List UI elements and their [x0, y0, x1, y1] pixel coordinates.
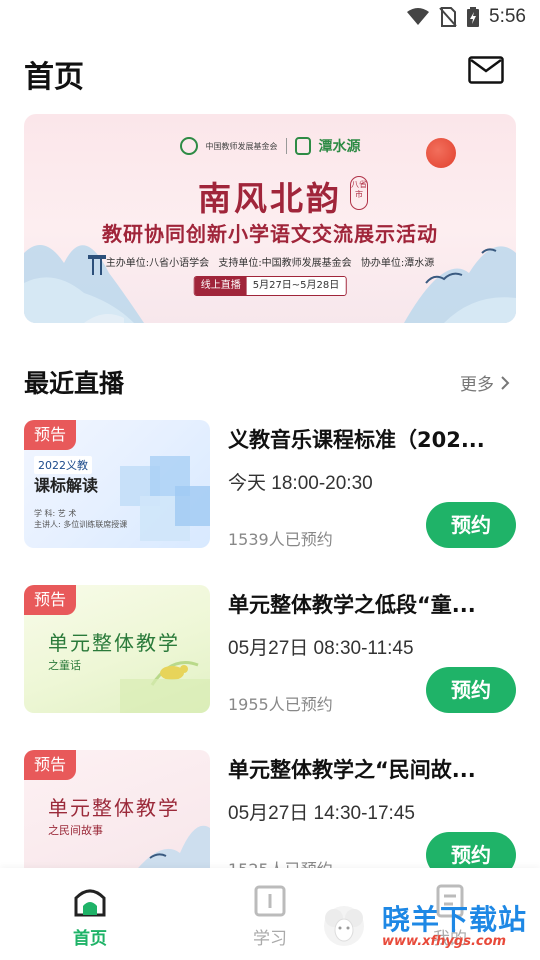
thumbnail-meta: 学 科: 艺 术 主讲人: 多位训练联席授课	[34, 508, 127, 530]
live-time: 05月27日 14:30-17:45	[228, 803, 415, 824]
live-title: 单元整体教学之“民间故...	[228, 758, 476, 782]
live-title: 义教音乐课程标准（202...	[228, 428, 485, 452]
status-badge: 预告	[24, 750, 76, 780]
book-icon	[254, 885, 286, 917]
sponsor-name: 中国教师发展基金会	[205, 141, 278, 151]
reservation-count: 1955人已预约	[228, 695, 333, 714]
mail-icon[interactable]	[468, 56, 504, 84]
more-link[interactable]: 更多	[460, 370, 510, 395]
watermark-text: 晓羊下载站	[382, 903, 528, 936]
list-item[interactable]: 预告 单元整体教学 之童话 单元整体教学之低段“童... 05月27日 08:3…	[24, 585, 516, 715]
status-time: 5:56	[489, 6, 526, 27]
more-label: 更多	[460, 375, 494, 395]
home-icon	[74, 889, 106, 917]
live-time: 今天 18:00-20:30	[228, 473, 373, 494]
thumbnail-title: 单元整体教学	[48, 631, 180, 655]
thumbnail-subtitle: 之民间故事	[48, 824, 103, 837]
thumbnail-meta-line: 主讲人: 多位训练联席授课	[34, 520, 128, 529]
live-time: 05月27日 08:30-11:45	[228, 638, 414, 659]
live-dates: 5月27日~5月28日	[246, 277, 346, 295]
thumbnail-shape	[120, 679, 210, 713]
status-badge: 预告	[24, 420, 76, 450]
brand-logo-icon	[294, 137, 311, 155]
sponsor-divider	[285, 138, 287, 154]
brand-name: 潭水源	[318, 139, 361, 155]
chevron-right-icon	[501, 375, 510, 390]
nav-item-home[interactable]: 首页	[50, 884, 130, 949]
list-item[interactable]: 预告 单元整体教学 之民间故事 单元整体教学之“民间故... 05月27日 14…	[24, 750, 516, 880]
banner-sponsors: 中国教师发展基金会 潭水源	[24, 136, 516, 156]
battery-charging-icon	[467, 7, 480, 27]
banner-title: 南风北韵	[198, 179, 342, 218]
thumbnail-title: 单元整体教学	[48, 796, 180, 820]
status-icons: 5:56	[407, 6, 526, 28]
cubes-illustration	[120, 456, 210, 541]
thumbnail-title: 课标解读	[34, 476, 99, 495]
page-title: 首页	[24, 60, 84, 95]
course-thumbnail: 预告 单元整体教学 之童话	[24, 585, 210, 713]
thumbnail-meta-line: 学 科: 艺 术	[34, 509, 77, 518]
recent-live-header: 最近直播 更多	[24, 364, 516, 400]
site-watermark: 晓羊下载站 www.xfhygs.com	[316, 890, 540, 960]
reservation-count: 1539人已预约	[228, 530, 333, 549]
section-title: 最近直播	[24, 369, 125, 398]
list-item[interactable]: 预告 2022义教 课标解读 学 科: 艺 术 主讲人: 多位训练联席授课 义教…	[24, 420, 516, 550]
banner-organizers: 主办单位:八省小语学会 支持单位:中国教师发展基金会 协办单位:潭水源	[105, 258, 435, 269]
thumbnail-subtitle: 之童话	[48, 659, 81, 672]
course-thumbnail: 预告 单元整体教学 之民间故事	[24, 750, 210, 878]
banner-subtitle: 教研协同创新小学语文交流展示活动	[102, 222, 438, 246]
foundation-logo-icon	[179, 137, 198, 155]
header: 首页	[0, 44, 540, 100]
nav-label-study: 学习	[253, 929, 287, 949]
nav-label-home: 首页	[73, 929, 107, 949]
status-badge: 预告	[24, 585, 76, 615]
live-label: 线上直播	[194, 277, 247, 295]
banner-tag: 八省市	[350, 176, 368, 210]
live-title: 单元整体教学之低段“童...	[228, 593, 476, 617]
nav-item-study[interactable]: 学习	[230, 884, 310, 949]
course-thumbnail: 预告 2022义教 课标解读 学 科: 艺 术 主讲人: 多位训练联席授课	[24, 420, 210, 548]
status-bar: 5:56	[0, 0, 540, 36]
promo-banner[interactable]: 中国教师发展基金会 潭水源 南风北韵 八省市 教研协同创新小学语文交流展示活动 …	[24, 114, 516, 323]
sheep-logo-icon	[324, 906, 364, 946]
reserve-button[interactable]: 预约	[426, 667, 516, 713]
no-sim-icon	[439, 7, 457, 27]
banner-live-schedule: 线上直播 5月27日~5月28日	[193, 276, 347, 296]
wifi-icon	[407, 8, 430, 25]
reserve-button[interactable]: 预约	[426, 502, 516, 548]
watermark-url: www.xfhygs.com	[382, 934, 507, 949]
